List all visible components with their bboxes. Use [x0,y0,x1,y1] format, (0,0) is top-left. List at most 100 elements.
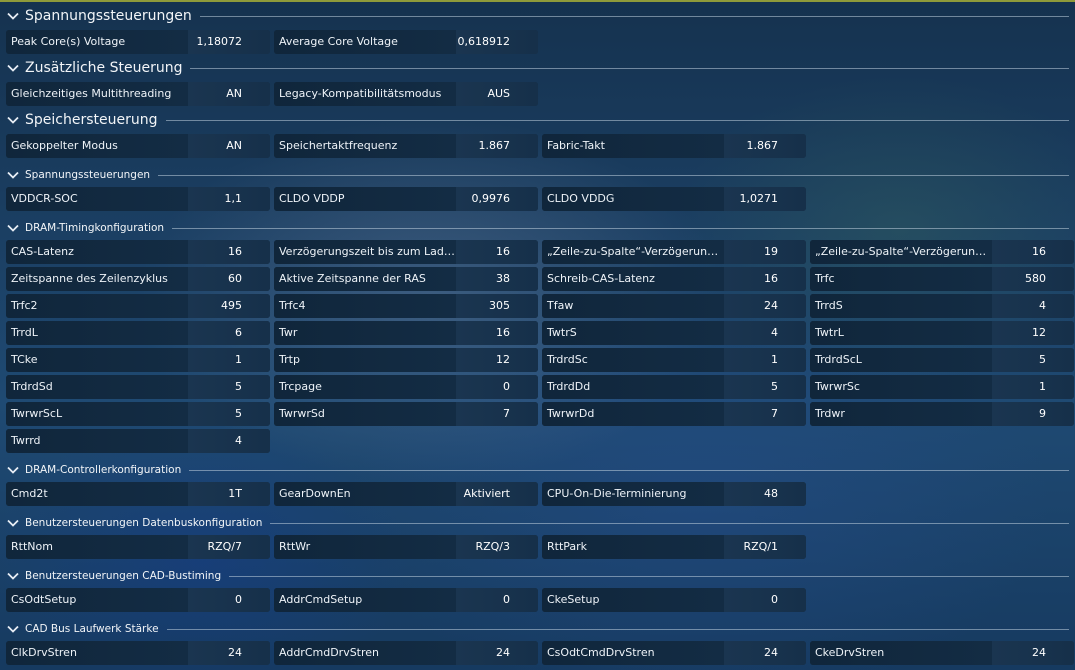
setting-value[interactable]: 5 [724,375,806,399]
setting-value[interactable]: Aktiviert [456,482,538,506]
setting-item[interactable]: CsOdtSetup 0 [6,588,270,612]
setting-item[interactable]: TrrdL 6 [6,321,270,345]
setting-item[interactable]: TrdrdSc 1 [542,348,806,372]
chevron-down-icon[interactable] [4,111,22,129]
setting-item[interactable]: TCke 1 [6,348,270,372]
setting-item[interactable]: Speichertaktfrequenz 1.867 [274,134,538,158]
setting-item[interactable]: CAS-Latenz 16 [6,240,270,264]
setting-value[interactable]: 1 [992,375,1074,399]
setting-value[interactable]: 1 [724,348,806,372]
chevron-down-icon[interactable] [4,620,22,638]
setting-value[interactable]: 12 [992,321,1074,345]
setting-item[interactable]: AddrCmdSetup 0 [274,588,538,612]
setting-item[interactable]: TwrwrSd 7 [274,402,538,426]
setting-value[interactable]: 5 [188,402,270,426]
setting-item[interactable]: Trcpage 0 [274,375,538,399]
setting-item[interactable]: CLDO VDDP 0,9976 [274,187,538,211]
section-header-dram-timing[interactable]: DRAM-Timingkonfiguration [0,217,1075,239]
setting-value[interactable]: 6 [188,321,270,345]
setting-value[interactable]: 305 [456,294,538,318]
setting-value[interactable]: 1.867 [456,134,538,158]
setting-item[interactable]: VDDCR-SOC 1,1 [6,187,270,211]
setting-value[interactable]: 16 [456,240,538,264]
setting-item[interactable]: TrdrdSd 5 [6,375,270,399]
setting-value[interactable]: 1,0271 [724,187,806,211]
setting-value[interactable]: 1,1 [188,187,270,211]
setting-value[interactable]: 48 [724,482,806,506]
setting-value[interactable]: RZQ/7 [188,535,270,559]
setting-value[interactable]: 4 [992,294,1074,318]
setting-item[interactable]: TrdrdDd 5 [542,375,806,399]
setting-value[interactable]: 0 [724,588,806,612]
setting-item[interactable]: Average Core Voltage 0,618912 [274,30,538,54]
setting-item[interactable]: RttPark RZQ/1 [542,535,806,559]
setting-item[interactable]: Gleichzeitiges Multithreading AN [6,82,270,106]
setting-item[interactable]: Schreib-CAS-Latenz 16 [542,267,806,291]
setting-value[interactable]: 24 [188,641,270,665]
setting-item[interactable]: TwrwrDd 7 [542,402,806,426]
setting-item[interactable]: Tfaw 24 [542,294,806,318]
setting-item[interactable]: ClkDrvStren 24 [6,641,270,665]
chevron-down-icon[interactable] [4,567,22,585]
section-header-cad-drive[interactable]: CAD Bus Laufwerk Stärke [0,618,1075,640]
setting-item[interactable]: Trfc 580 [810,267,1074,291]
setting-value[interactable]: 1T [188,482,270,506]
section-header-cad-timing[interactable]: Benutzersteuerungen CAD-Bustiming [0,565,1075,587]
setting-value[interactable]: 9 [992,402,1074,426]
section-header-memory[interactable]: Speichersteuerung [0,109,1075,131]
setting-value[interactable]: 24 [724,294,806,318]
setting-item[interactable]: RttWr RZQ/3 [274,535,538,559]
setting-item[interactable]: CPU-On-Die-Terminierung 48 [542,482,806,506]
setting-value[interactable]: AN [188,82,270,106]
setting-item[interactable]: TwtrL 12 [810,321,1074,345]
setting-item[interactable]: Twr 16 [274,321,538,345]
setting-value[interactable]: 38 [456,267,538,291]
setting-value[interactable]: 580 [992,267,1074,291]
setting-value[interactable]: 19 [724,240,806,264]
setting-value[interactable]: 16 [992,240,1074,264]
setting-value[interactable]: 7 [456,402,538,426]
section-header-databus[interactable]: Benutzersteuerungen Datenbuskonfiguratio… [0,512,1075,534]
section-header-mem-voltage[interactable]: Spannungssteuerungen [0,164,1075,186]
setting-value[interactable]: 0 [456,588,538,612]
setting-value[interactable]: AUS [456,82,538,106]
section-header-voltage[interactable]: Spannungssteuerungen [0,5,1075,27]
setting-item[interactable]: TwrwrScL 5 [6,402,270,426]
setting-item[interactable]: Zeitspanne des Zeilenzyklus 60 [6,267,270,291]
chevron-down-icon[interactable] [4,7,22,25]
chevron-down-icon[interactable] [4,514,22,532]
chevron-down-icon[interactable] [4,59,22,77]
setting-item[interactable]: Trdwr 9 [810,402,1074,426]
setting-item[interactable]: TrrdS 4 [810,294,1074,318]
setting-item[interactable]: TwrwrSc 1 [810,375,1074,399]
setting-item[interactable]: Trtp 12 [274,348,538,372]
setting-item[interactable]: Aktive Zeitspanne der RAS 38 [274,267,538,291]
setting-value[interactable]: 4 [724,321,806,345]
setting-item[interactable]: Gekoppelter Modus AN [6,134,270,158]
setting-item[interactable]: CsOdtCmdDrvStren 24 [542,641,806,665]
setting-item[interactable]: Cmd2t 1T [6,482,270,506]
setting-item[interactable]: CLDO VDDG 1,0271 [542,187,806,211]
section-header-dram-controller[interactable]: DRAM-Controllerkonfiguration [0,459,1075,481]
setting-item[interactable]: Trfc4 305 [274,294,538,318]
setting-value[interactable]: 4 [188,429,270,453]
setting-value[interactable]: 16 [188,240,270,264]
setting-item[interactable]: CkeDrvStren 24 [810,641,1074,665]
setting-value[interactable]: 24 [992,641,1074,665]
setting-item[interactable]: RttNom RZQ/7 [6,535,270,559]
setting-value[interactable]: 16 [456,321,538,345]
setting-value[interactable]: 7 [724,402,806,426]
setting-item[interactable]: CkeSetup 0 [542,588,806,612]
setting-item[interactable]: Twrrd 4 [6,429,270,453]
setting-value[interactable]: 1.867 [724,134,806,158]
chevron-down-icon[interactable] [4,461,22,479]
setting-value[interactable]: 0,618912 [456,30,538,54]
setting-item[interactable]: Peak Core(s) Voltage 1,18072 [6,30,270,54]
setting-item[interactable]: GearDownEn Aktiviert [274,482,538,506]
setting-value[interactable]: 24 [724,641,806,665]
setting-item[interactable]: TrdrdScL 5 [810,348,1074,372]
setting-value[interactable]: 60 [188,267,270,291]
section-header-additional[interactable]: Zusätzliche Steuerung [0,57,1075,79]
setting-value[interactable]: 1 [188,348,270,372]
setting-value[interactable]: 16 [724,267,806,291]
